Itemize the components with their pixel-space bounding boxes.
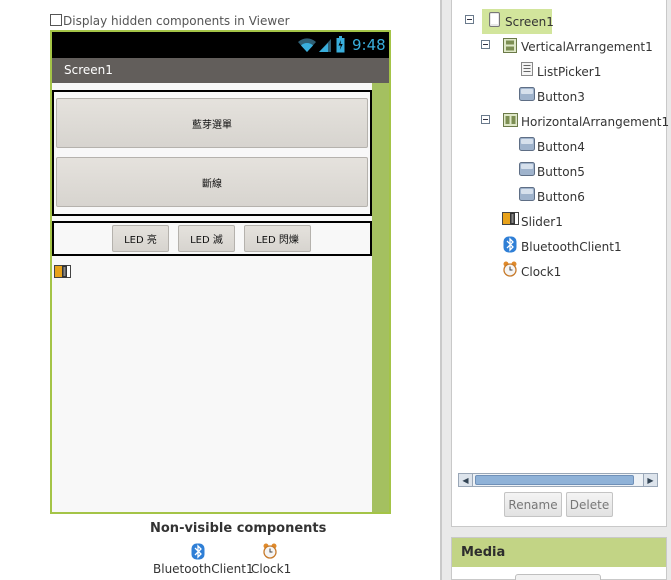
phone-scroll-strip: [372, 83, 389, 512]
tree-item-horizontalarrangement1[interactable]: HorizontalArrangement1: [521, 115, 669, 129]
wifi-icon: [298, 38, 316, 52]
tree-item-button6[interactable]: Button6: [537, 190, 585, 204]
collapse-screen1-icon[interactable]: [465, 15, 474, 24]
nonvisible-components-title: Non-visible components: [150, 521, 327, 536]
bluetooth-icon[interactable]: [191, 543, 205, 560]
signal-icon: [319, 39, 331, 52]
button-icon: [519, 137, 535, 151]
led-blink-button[interactable]: LED 閃爍: [244, 225, 311, 252]
disconnect-button[interactable]: 斷線: [56, 157, 368, 207]
tree-item-clock1[interactable]: Clock1: [521, 265, 561, 279]
clock-icon[interactable]: [262, 543, 278, 559]
button-icon: [519, 87, 535, 101]
media-title: Media: [461, 545, 506, 560]
tree-item-slider1[interactable]: Slider1: [521, 215, 563, 229]
battery-icon: [336, 36, 345, 53]
button-icon: [519, 162, 535, 176]
display-hidden-checkbox[interactable]: [50, 14, 62, 26]
tree-item-button3[interactable]: Button3: [537, 90, 585, 104]
horizontal-arrangement-icon: [503, 113, 518, 127]
nonvisible-bluetooth-label: BluetoothClient1: [153, 562, 254, 576]
components-panel: [451, 0, 667, 527]
tree-item-button4[interactable]: Button4: [537, 140, 585, 154]
upload-file-button[interactable]: [515, 574, 601, 580]
tree-item-button5[interactable]: Button5: [537, 165, 585, 179]
collapse-vertical-arrangement-icon[interactable]: [481, 40, 490, 49]
scrollbar-thumb[interactable]: [475, 475, 634, 485]
panel-gutter: [442, 0, 451, 580]
led-on-button[interactable]: LED 亮: [112, 225, 169, 252]
listpicker-button[interactable]: 藍芽選單: [56, 98, 368, 148]
rename-button[interactable]: Rename: [504, 492, 562, 517]
scroll-left-arrow-icon[interactable]: ◀: [459, 474, 473, 486]
clock-icon: [503, 261, 517, 277]
tree-item-listpicker1[interactable]: ListPicker1: [537, 65, 601, 79]
slider-icon[interactable]: [54, 265, 71, 278]
tree-item-verticalarrangement1[interactable]: VerticalArrangement1: [521, 40, 653, 54]
listpicker-icon: [521, 62, 533, 76]
scroll-right-arrow-icon[interactable]: ▶: [643, 474, 657, 486]
button-icon: [519, 187, 535, 201]
display-hidden-label: Display hidden components in Viewer: [63, 14, 290, 28]
screen-icon: [489, 12, 500, 27]
status-time: 9:48: [352, 36, 386, 54]
bluetooth-icon: [503, 236, 517, 253]
screen-title: Screen1: [64, 63, 113, 77]
led-off-button[interactable]: LED 滅: [178, 225, 235, 252]
nonvisible-clock-label: Clock1: [251, 562, 292, 576]
collapse-horizontal-arrangement-icon[interactable]: [481, 115, 490, 124]
tree-item-bluetoothclient1[interactable]: BluetoothClient1: [521, 240, 622, 254]
delete-button[interactable]: Delete: [566, 492, 613, 517]
slider-icon: [502, 212, 519, 225]
tree-item-screen1[interactable]: Screen1: [505, 15, 554, 29]
vertical-arrangement-icon: [503, 38, 517, 53]
